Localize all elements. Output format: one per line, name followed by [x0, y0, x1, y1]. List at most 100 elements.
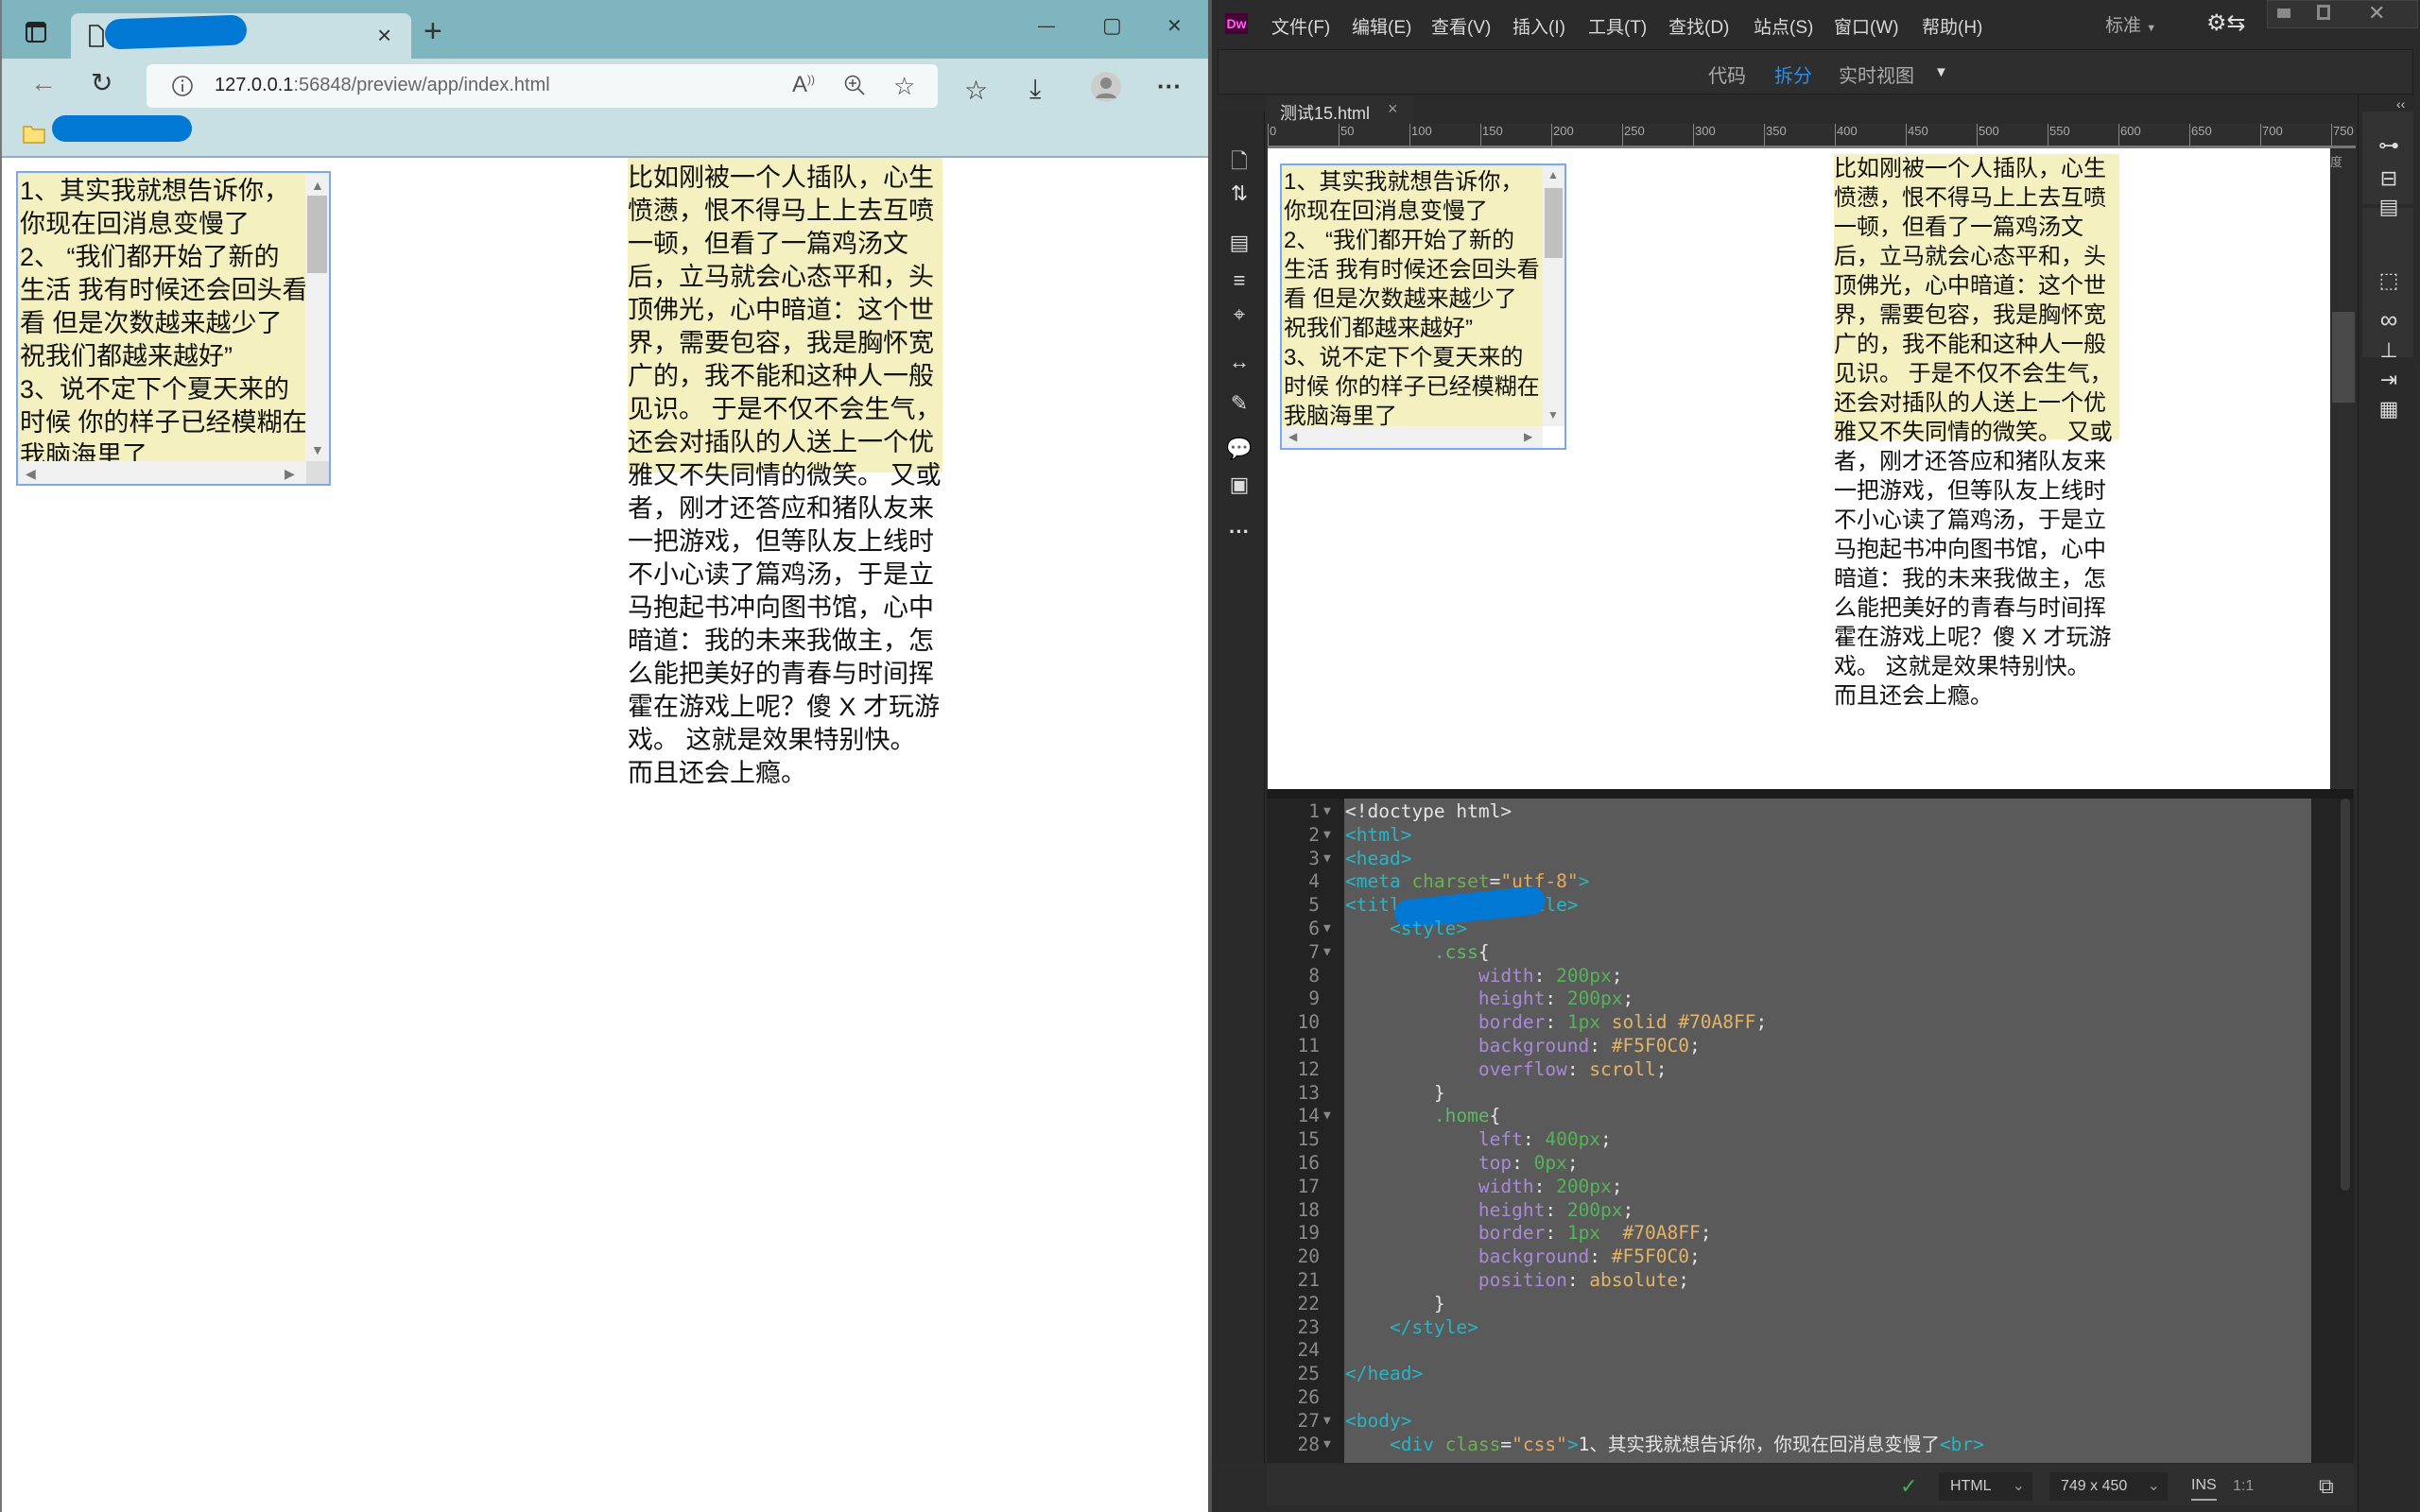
scroll-down-arrow[interactable]: ▼ — [311, 443, 324, 456]
code-line[interactable]: 4 <meta charset="utf-8"> — [1267, 869, 2354, 893]
view-dropdown-icon[interactable]: ▼ — [1934, 64, 1948, 80]
code-line[interactable]: 11 background: #F5F0C0; — [1267, 1034, 2354, 1057]
snippets-panel-icon[interactable]: ▤ — [2375, 195, 2403, 219]
preview-device-icon[interactable]: ⧉ — [2319, 1472, 2334, 1501]
favorites-icon[interactable]: ☆ — [964, 77, 988, 104]
code-view[interactable]: 1 ▼ <!doctype html> 2 ▼ <html> 3 ▼ <head> 4 <meta … — [1267, 799, 2354, 1463]
collapse-panels-button[interactable]: ‹‹ — [2396, 96, 2405, 112]
document-tab[interactable]: 测试15.html × — [1267, 96, 1413, 124]
design-view[interactable]: 1、其实我就想告诉你， 你现在回消息变慢了 2、 “我们都开始了新的 生活 我有时候还… — [1268, 148, 2330, 789]
split-divider[interactable] — [1267, 789, 2354, 799]
code-line[interactable]: 23 </style> — [1267, 1315, 2354, 1339]
file-icon[interactable]: 🗋 — [1225, 146, 1253, 181]
add-favorite-icon[interactable]: ☆ — [893, 74, 915, 98]
design-scroll-thumb[interactable] — [2332, 312, 2355, 403]
back-icon[interactable]: ← — [30, 70, 57, 96]
code-line[interactable]: 3 ▼ <head> — [1267, 847, 2354, 870]
workspace-switcher[interactable]: 标准 ▼ — [2105, 11, 2156, 37]
menu-item[interactable]: 站点(S) — [1754, 13, 1813, 39]
image-edit-icon[interactable]: ▣ — [1225, 472, 1253, 497]
address-bar[interactable]: 127.0.0.1:56848/preview/app/index.html A… — [147, 64, 938, 108]
creative-cloud-icon[interactable]: ∞ — [2375, 307, 2403, 332]
code-line[interactable]: 17 width: 200px; — [1267, 1175, 2354, 1198]
horizontal-scrollbar[interactable]: ◀ ▶ — [18, 461, 306, 484]
tab-active[interactable]: × — [71, 13, 411, 59]
export-icon[interactable]: ⇥ — [2375, 368, 2403, 392]
menu-item[interactable]: 查看(V) — [1431, 13, 1491, 39]
refresh-icon[interactable]: ↻ — [91, 70, 112, 96]
design-scrollbar-thumb[interactable] — [1545, 188, 1563, 258]
dw-maximize-button[interactable] — [2317, 5, 2330, 20]
scroll-left-arrow[interactable]: ◀ — [26, 467, 36, 480]
fold-toggle-icon[interactable]: ▼ — [1323, 917, 1331, 940]
code-line[interactable]: 9 height: 200px; — [1267, 987, 2354, 1010]
code-line[interactable]: 13 } — [1267, 1081, 2354, 1105]
code-line[interactable]: 7 ▼ .css{ — [1267, 940, 2354, 964]
code-line[interactable]: 20 background: #F5F0C0; — [1267, 1245, 2354, 1268]
minimize-button[interactable]: — — [1038, 17, 1055, 34]
fold-toggle-icon[interactable]: ▼ — [1323, 1409, 1331, 1433]
get-put-icon[interactable]: ⇅ — [1225, 181, 1253, 206]
menu-item[interactable]: 工具(T) — [1588, 13, 1647, 39]
code-line[interactable]: 8 width: 200px; — [1267, 964, 2354, 988]
design-css-box[interactable]: 1、其实我就想告诉你， 你现在回消息变慢了 2、 “我们都开始了新的 生活 我有时候还… — [1280, 163, 1566, 450]
profile-icon[interactable] — [1091, 72, 1121, 107]
code-line[interactable]: 24 — [1267, 1338, 2354, 1362]
window-size-select[interactable]: 749 x 450 ⌄ — [2049, 1472, 2168, 1501]
code-line[interactable]: 1 ▼ <!doctype html> — [1267, 799, 2354, 823]
code-line[interactable]: 26 — [1267, 1385, 2354, 1409]
more-tools-icon[interactable]: ··· — [1225, 520, 1253, 544]
download-icon[interactable]: ⤓ — [1029, 76, 1041, 102]
menu-item[interactable]: 窗口(W) — [1834, 13, 1899, 39]
design-scroll-up[interactable]: ▲ — [1547, 169, 1559, 180]
menu-item[interactable]: 查找(D) — [1668, 13, 1729, 39]
scroll-right-arrow[interactable]: ▶ — [285, 467, 295, 480]
brush-icon[interactable]: ✎ — [1225, 391, 1253, 416]
fold-toggle-icon[interactable]: ▼ — [1323, 799, 1331, 823]
code-line[interactable]: 14 ▼ .home{ — [1267, 1104, 2354, 1127]
menu-item[interactable]: 插入(I) — [1512, 13, 1565, 39]
fold-toggle-icon[interactable]: ▼ — [1323, 1104, 1331, 1127]
chart-panel-icon[interactable]: ▦ — [2375, 397, 2403, 421]
tab-close-button[interactable]: × — [377, 23, 391, 47]
code-line[interactable]: 27 ▼ <body> — [1267, 1409, 2354, 1433]
read-aloud-icon[interactable]: A)) — [792, 74, 815, 96]
menu-item[interactable]: 编辑(E) — [1352, 13, 1411, 39]
view-code-button[interactable]: 代码 — [1708, 60, 1746, 88]
code-line[interactable]: 25 </head> — [1267, 1362, 2354, 1385]
code-line[interactable]: 18 height: 200px; — [1267, 1198, 2354, 1222]
design-horizontal-scrollbar[interactable]: ◀ ▶ — [1282, 426, 1543, 448]
dw-close-button[interactable]: ✕ — [2368, 1, 2385, 26]
new-tab-button[interactable]: + — [424, 15, 442, 47]
info-icon[interactable] — [171, 75, 194, 102]
menu-item[interactable]: 帮助(H) — [1922, 13, 1982, 39]
dw-minimize-button[interactable] — [2277, 9, 2290, 18]
design-scroll-down[interactable]: ▼ — [1547, 409, 1559, 421]
design-scroll-left[interactable]: ◀ — [1288, 431, 1297, 442]
inspect-icon[interactable]: ▤ — [1225, 231, 1253, 255]
code-line[interactable]: 12 overflow: scroll; — [1267, 1057, 2354, 1081]
document-tab-close[interactable]: × — [1388, 99, 1398, 119]
expand-icon[interactable]: ↔ — [1225, 350, 1253, 374]
insert-mode[interactable]: INS — [2191, 1472, 2217, 1501]
sync-settings-icon[interactable]: ⚙⇆ — [2206, 9, 2246, 37]
vertical-scrollbar[interactable]: ▲ ▼ — [305, 173, 329, 461]
redacted-bookmark[interactable] — [52, 115, 192, 142]
code-line[interactable]: 16 top: 0px; — [1267, 1151, 2354, 1175]
code-line[interactable]: 2 ▼ <html> — [1267, 823, 2354, 847]
url-text[interactable]: 127.0.0.1:56848/preview/app/index.html — [215, 75, 550, 96]
sitemap-icon[interactable]: ⊥ — [2375, 338, 2403, 363]
code-line[interactable]: 5 <titl title> — [1267, 885, 2354, 930]
code-line[interactable]: 28 ▼ <div class="css">1、其实我就想告诉你，你现在回消息变慢… — [1267, 1433, 2354, 1456]
target-icon[interactable]: ⌖ — [1225, 302, 1253, 327]
code-line[interactable]: 15 left: 400px; — [1267, 1127, 2354, 1151]
scroll-up-arrow[interactable]: ▲ — [311, 179, 324, 192]
fold-toggle-icon[interactable]: ▼ — [1323, 847, 1331, 870]
view-live-button[interactable]: 实时视图 — [1839, 60, 1914, 88]
scrollbar-thumb[interactable] — [307, 196, 327, 273]
more-icon[interactable]: ··· — [1157, 74, 1182, 98]
format-source-icon[interactable]: ≡ — [1225, 268, 1253, 293]
assets-panel-icon[interactable]: ⬚ — [2375, 268, 2403, 293]
close-button[interactable]: ✕ — [1167, 17, 1183, 36]
view-split-button[interactable]: 拆分 — [1774, 60, 1812, 88]
